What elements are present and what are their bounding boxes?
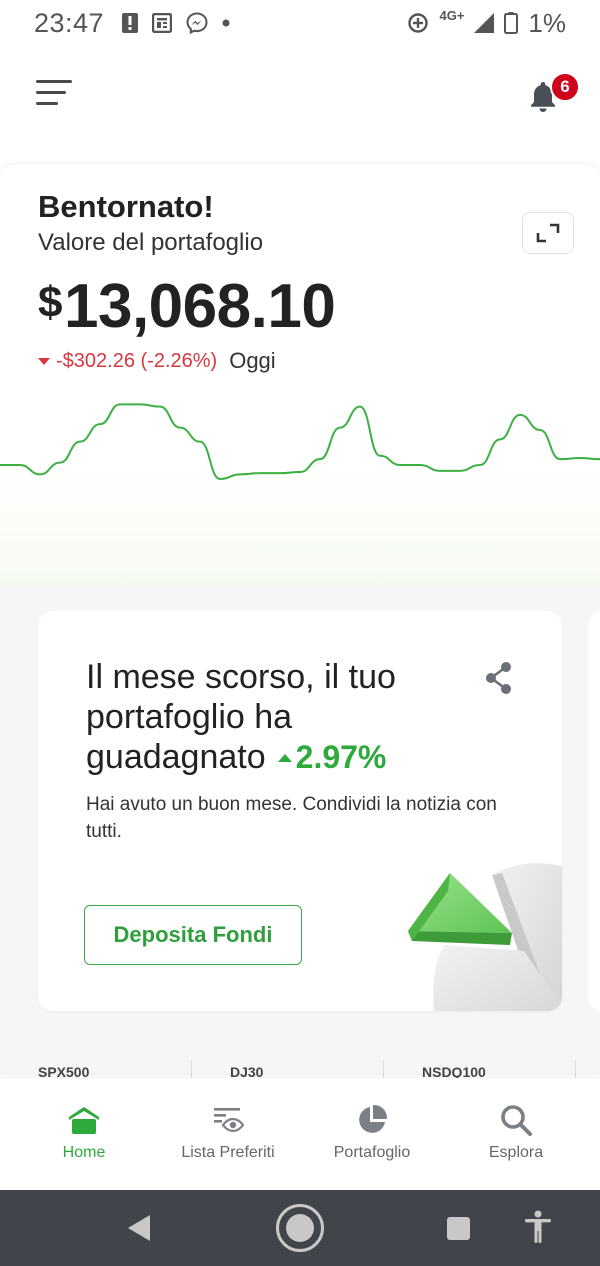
expand-icon — [536, 223, 560, 243]
tab-watchlist-label: Lista Preferiti — [181, 1144, 275, 1161]
battery-icon — [504, 12, 519, 34]
greeting: Bentornato! — [38, 189, 214, 224]
messenger-icon — [186, 12, 208, 34]
status-bar: 23:47 4G+ 1% — [0, 0, 600, 46]
home-button-dot — [286, 1214, 314, 1242]
accessibility-icon[interactable] — [524, 1210, 552, 1244]
tab-portfolio-label: Portafoglio — [333, 1144, 411, 1161]
signal-icon — [474, 13, 495, 33]
next-card-peek[interactable] — [588, 611, 600, 1011]
currency-symbol: $ — [38, 278, 62, 327]
portfolio-amount: 13,068.10 — [63, 272, 336, 341]
insight-card[interactable]: Il mese scorso, il tuo portafoglio ha gu… — [38, 611, 562, 1011]
pie-illustration — [364, 833, 562, 1011]
home-icon — [69, 1107, 99, 1134]
recents-button[interactable] — [447, 1217, 470, 1240]
share-icon — [486, 662, 511, 694]
menu-icon[interactable] — [36, 78, 74, 108]
system-nav-bar — [0, 1190, 600, 1266]
data-saver-icon — [407, 12, 429, 34]
bottom-tab-bar: Home Lista Preferiti Portafoglio Esplora — [0, 1078, 600, 1190]
portfolio-card: Bentornato! Valore del portafoglio $13,0… — [0, 165, 600, 585]
daily-change: -$302.26 (-2.26%) Oggi — [38, 348, 276, 374]
home-button[interactable] — [276, 1204, 324, 1252]
insight-headline: Il mese scorso, il tuo portafoglio ha gu… — [86, 657, 446, 777]
search-icon — [501, 1105, 532, 1136]
portfolio-subtitle: Valore del portafoglio — [38, 229, 264, 256]
network-type: 4G+ — [439, 7, 465, 23]
tab-explore-label: Esplora — [488, 1144, 544, 1161]
app-bar: 6 — [0, 60, 600, 130]
expand-button[interactable] — [522, 212, 574, 254]
portfolio-series-line — [0, 403, 600, 481]
notification-badge: 6 — [550, 72, 580, 102]
status-time: 23:47 — [34, 7, 105, 38]
down-arrow-icon — [38, 357, 50, 365]
insight-percent: 2.97% — [295, 739, 387, 775]
dot-icon — [222, 19, 230, 27]
deposit-funds-button[interactable]: Deposita Fondi — [84, 905, 302, 965]
tab-home-label: Home — [62, 1144, 106, 1161]
watchlist-icon — [214, 1108, 245, 1133]
tab-portfolio[interactable]: Portafoglio — [300, 1078, 444, 1190]
portfolio-value: $13,068.10 — [38, 271, 336, 342]
insights-carousel: Il mese scorso, il tuo portafoglio ha gu… — [0, 585, 600, 1075]
alert-icon — [122, 13, 139, 33]
back-icon[interactable] — [126, 1214, 152, 1242]
portfolio-line-chart[interactable] — [0, 395, 600, 535]
tab-watchlist[interactable]: Lista Preferiti — [156, 1078, 300, 1190]
news-icon — [152, 13, 173, 33]
change-amount: -$302.26 (-2.26%) — [56, 349, 218, 372]
tab-home[interactable]: Home — [12, 1078, 156, 1190]
up-arrow-icon — [277, 754, 292, 762]
battery-percent: 1% — [528, 7, 566, 38]
pie-chart-icon — [359, 1104, 388, 1133]
tab-explore[interactable]: Esplora — [444, 1078, 588, 1190]
change-period: Oggi — [229, 348, 276, 373]
notifications-button[interactable]: 6 — [524, 72, 584, 124]
share-button[interactable] — [482, 659, 516, 697]
